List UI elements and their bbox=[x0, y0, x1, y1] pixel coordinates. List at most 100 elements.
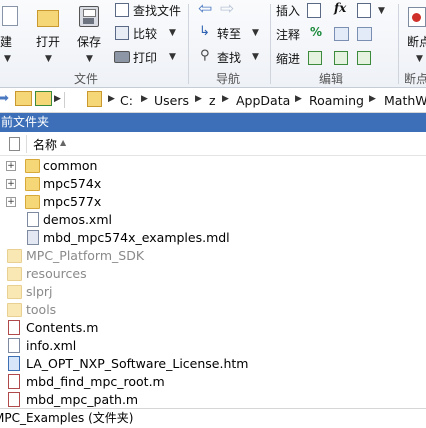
breadcrumb-user[interactable]: z bbox=[209, 93, 216, 108]
new-label: 新建 bbox=[0, 35, 13, 49]
path-separator-icon: ▶ bbox=[141, 94, 148, 104]
browse-folder-button[interactable] bbox=[35, 91, 52, 106]
wrap-comment-icon[interactable] bbox=[334, 27, 349, 41]
find-label: 查找 bbox=[217, 51, 242, 65]
list-item[interactable]: LA_OPT_NXP_Software_License.htm bbox=[0, 355, 426, 373]
compare-dropdown-icon[interactable]: ▼ bbox=[169, 28, 176, 38]
expand-icon[interactable]: + bbox=[6, 197, 16, 207]
insert-table-icon[interactable] bbox=[357, 3, 371, 18]
list-item[interactable]: Contents.m bbox=[0, 319, 426, 337]
folder-icon bbox=[7, 267, 22, 281]
increase-indent-icon[interactable] bbox=[334, 51, 348, 65]
open-folder-icon bbox=[37, 10, 59, 27]
list-item[interactable]: slprj bbox=[0, 283, 426, 301]
breadcrumb-mathworks[interactable]: MathW bbox=[384, 93, 426, 108]
open-button[interactable]: 打开 ▼ bbox=[33, 2, 65, 66]
breadcrumb-roaming[interactable]: Roaming bbox=[309, 93, 364, 108]
find-button[interactable]: ⚲ 查找 ▼ bbox=[199, 48, 269, 67]
breakpoints-button[interactable]: 断点 ▼ bbox=[404, 2, 426, 66]
file-name: demos.xml bbox=[43, 212, 112, 227]
folder-icon bbox=[25, 159, 40, 173]
sort-ascending-icon: ▲ bbox=[60, 138, 67, 147]
fx-button[interactable]: fx bbox=[334, 1, 346, 15]
list-item[interactable]: + mpc574x bbox=[0, 175, 426, 193]
xml-file-icon bbox=[27, 212, 39, 227]
new-file-icon bbox=[2, 6, 18, 26]
back-arrow-icon: ⇦ bbox=[198, 0, 213, 19]
forward-nav-icon[interactable]: ➡ bbox=[0, 91, 9, 106]
smart-indent-icon[interactable] bbox=[308, 51, 322, 65]
ribbon-separator bbox=[270, 4, 271, 84]
printer-icon bbox=[114, 51, 130, 63]
name-column-header[interactable]: 名称 ▲ bbox=[33, 136, 123, 153]
decrease-indent-icon[interactable] bbox=[357, 51, 371, 65]
breadcrumb-users[interactable]: Users bbox=[154, 93, 189, 108]
breakpoints-dropdown-icon[interactable]: ▼ bbox=[416, 54, 423, 64]
html-file-icon bbox=[8, 356, 20, 371]
list-item[interactable]: mbd_mpc574x_examples.mdl bbox=[0, 229, 426, 247]
back-button[interactable]: ⇦ bbox=[198, 0, 216, 19]
percent-comment-button[interactable]: % bbox=[310, 25, 322, 39]
save-disk-icon bbox=[79, 6, 99, 27]
ribbon-separator bbox=[398, 4, 399, 84]
goto-button[interactable]: ↳ 转至 ▼ bbox=[199, 24, 269, 43]
goto-icon: ↳ bbox=[199, 24, 210, 39]
list-item[interactable]: demos.xml bbox=[0, 211, 426, 229]
breadcrumb-drive[interactable]: C: bbox=[120, 93, 133, 108]
expand-icon[interactable]: + bbox=[6, 161, 16, 171]
list-item[interactable]: + common bbox=[0, 157, 426, 175]
history-dropdown-icon[interactable]: ▶ bbox=[54, 94, 61, 104]
magnifier-icon: ⚲ bbox=[200, 48, 210, 63]
up-folder-button[interactable] bbox=[15, 91, 32, 106]
find-files-button[interactable]: 查找文件 bbox=[113, 2, 193, 20]
find-files-icon bbox=[115, 3, 129, 17]
compare-icon bbox=[115, 26, 129, 40]
open-label: 打开 bbox=[36, 35, 61, 49]
path-separator-icon: ▶ bbox=[369, 94, 376, 104]
column-type-icon bbox=[9, 137, 20, 151]
new-button[interactable]: 新建 ▼ bbox=[0, 2, 24, 66]
file-name: mbd_mpc_path.m bbox=[26, 392, 139, 407]
find-dropdown-icon[interactable]: ▼ bbox=[252, 52, 259, 62]
expand-icon[interactable]: + bbox=[6, 179, 16, 189]
list-item[interactable]: + mpc577x bbox=[0, 193, 426, 211]
forward-button[interactable]: ⇨ bbox=[220, 0, 238, 19]
list-item[interactable]: tools bbox=[0, 301, 426, 319]
print-button[interactable]: 打印 ▼ bbox=[113, 49, 193, 67]
list-item[interactable]: mbd_find_mpc_root.m bbox=[0, 373, 426, 391]
file-name: info.xml bbox=[26, 338, 77, 353]
uncomment-icon[interactable] bbox=[357, 27, 372, 41]
column-header: 名称 ▲ bbox=[0, 133, 426, 156]
goto-label: 转至 bbox=[217, 27, 242, 41]
file-name: resources bbox=[26, 266, 87, 281]
m-file-icon bbox=[8, 374, 20, 389]
save-dropdown-icon[interactable]: ▼ bbox=[86, 54, 93, 64]
path-separator-icon: ▶ bbox=[222, 94, 229, 104]
insert-section-icon[interactable] bbox=[307, 3, 321, 18]
comment-button[interactable]: 注释 bbox=[276, 26, 300, 43]
save-button[interactable]: 保存 ▼ bbox=[74, 2, 106, 66]
m-file-icon bbox=[8, 320, 20, 335]
ribbon-separator bbox=[188, 4, 189, 84]
breadcrumb-appdata[interactable]: AppData bbox=[236, 93, 290, 108]
new-dropdown-icon[interactable]: ▼ bbox=[4, 54, 11, 64]
list-item[interactable]: resources bbox=[0, 265, 426, 283]
file-name: slprj bbox=[26, 284, 53, 299]
goto-dropdown-icon[interactable]: ▼ bbox=[252, 28, 259, 38]
folder-icon bbox=[7, 249, 22, 263]
list-item[interactable]: info.xml bbox=[0, 337, 426, 355]
indent-button[interactable]: 缩进 bbox=[276, 50, 300, 67]
compare-button[interactable]: 比较 ▼ bbox=[113, 25, 193, 43]
folder-icon bbox=[7, 303, 22, 317]
print-dropdown-icon[interactable]: ▼ bbox=[169, 52, 176, 62]
open-dropdown-icon[interactable]: ▼ bbox=[45, 54, 52, 64]
list-item[interactable]: MPC_Platform_SDK bbox=[0, 247, 426, 265]
folder-icon bbox=[25, 177, 40, 191]
insert-button[interactable]: 插入 bbox=[276, 2, 300, 19]
print-label: 打印 bbox=[133, 51, 158, 65]
m-file-icon bbox=[8, 392, 20, 407]
insert-dropdown-icon[interactable]: ▼ bbox=[378, 6, 385, 16]
path-separator-icon: ▶ bbox=[108, 94, 115, 104]
group-label-navigate: 导航 bbox=[216, 72, 241, 86]
list-item[interactable]: mbd_mpc_path.m bbox=[0, 391, 426, 407]
